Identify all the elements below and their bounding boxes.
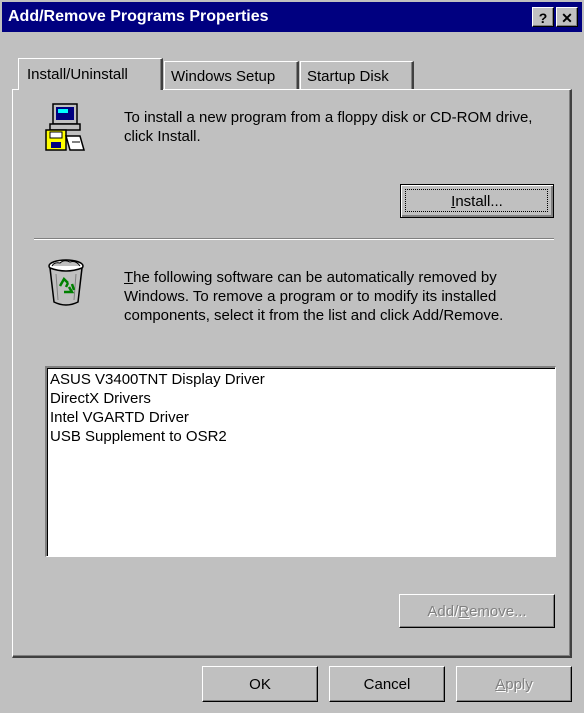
uninstall-description: The following software can be automatica…: [124, 268, 556, 325]
label-accel: T: [124, 269, 134, 286]
label-accel: A: [495, 676, 506, 693]
apply-button-label: Apply: [495, 676, 533, 693]
installed-programs-list[interactable]: ASUS V3400TNT Display Driver DirectX Dri…: [45, 366, 556, 557]
add-remove-button[interactable]: Add/Remove...: [399, 594, 555, 628]
help-button[interactable]: ?: [532, 7, 554, 27]
ok-button[interactable]: OK: [202, 666, 318, 702]
window-title: Add/Remove Programs Properties: [8, 8, 269, 25]
install-description: To install a new program from a floppy d…: [124, 109, 533, 145]
apply-button[interactable]: Apply: [456, 666, 572, 702]
section-divider: [34, 238, 554, 240]
tab-startup-disk[interactable]: Startup Disk: [300, 61, 414, 89]
list-item[interactable]: USB Supplement to OSR2: [50, 427, 552, 446]
close-button[interactable]: ✕: [556, 7, 578, 27]
install-button-label: Install...: [451, 193, 503, 210]
label-accel: R: [458, 603, 470, 620]
tab-label: Windows Setup: [171, 68, 276, 85]
recycle-bin-icon: [48, 259, 84, 306]
list-item[interactable]: DirectX Drivers: [50, 389, 552, 408]
tab-windows-setup[interactable]: Windows Setup: [164, 61, 299, 89]
cancel-button[interactable]: Cancel: [329, 666, 445, 702]
title-bar[interactable]: Add/Remove Programs Properties ? ✕: [2, 2, 582, 32]
tab-label: Install/Uninstall: [27, 66, 128, 83]
list-item[interactable]: ASUS V3400TNT Display Driver: [50, 370, 552, 389]
computer-install-icon: [45, 103, 85, 151]
tab-install-uninstall[interactable]: Install/Uninstall: [18, 58, 163, 90]
add-remove-button-label: Add/Remove...: [427, 603, 526, 620]
install-button[interactable]: Install...: [400, 184, 554, 218]
ok-button-label: OK: [249, 676, 271, 693]
label-part: emove...: [469, 603, 527, 620]
label-part: pply: [505, 676, 533, 693]
label-part: nstall...: [455, 193, 503, 210]
label-part: Add/: [427, 603, 459, 620]
label-part: he following software can be automatical…: [124, 269, 504, 324]
list-item[interactable]: Intel VGARTD Driver: [50, 408, 552, 427]
tab-label: Startup Disk: [307, 68, 389, 85]
cancel-button-label: Cancel: [363, 676, 411, 693]
